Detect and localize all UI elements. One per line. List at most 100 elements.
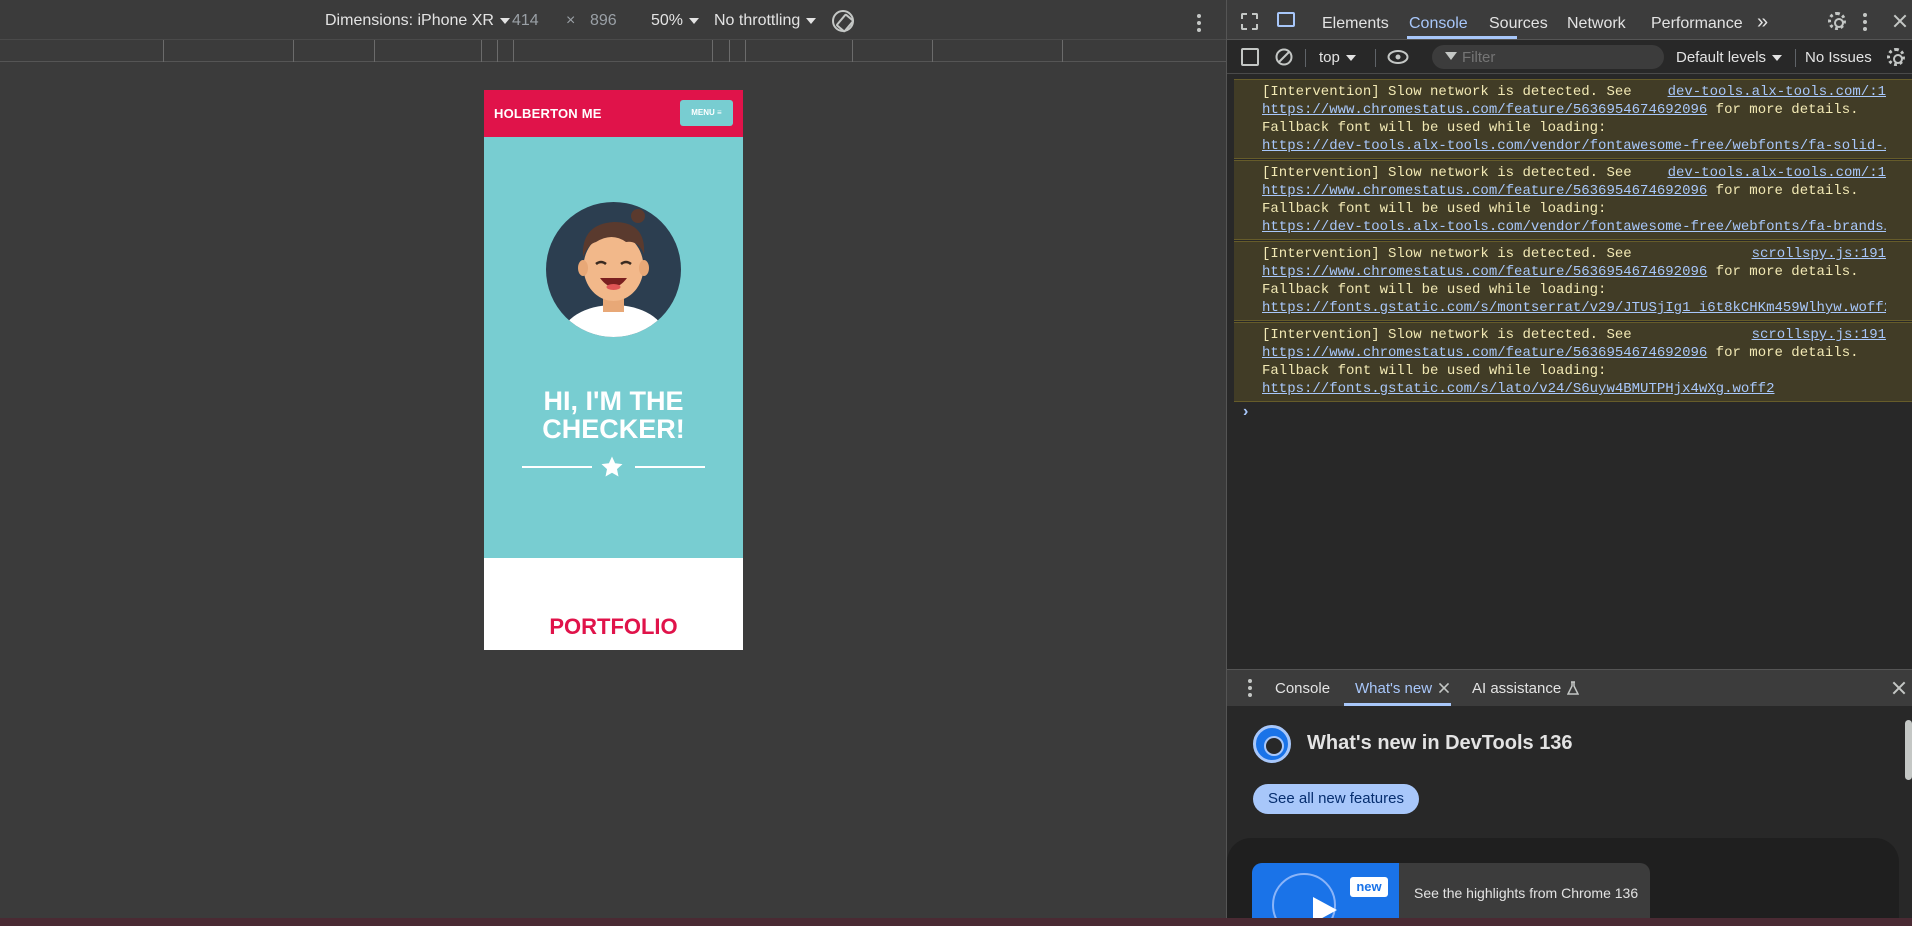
taskbar-strip — [0, 918, 1912, 926]
font-url-link[interactable]: https://fonts.gstatic.com/s/lato/v24/S6u… — [1262, 381, 1774, 397]
chevron-down-icon — [689, 17, 700, 24]
chromestatus-link[interactable]: https://www.chromestatus.com/feature/563… — [1262, 102, 1707, 118]
console-filter-input[interactable] — [1432, 45, 1664, 69]
width-input[interactable]: 414 — [512, 12, 539, 30]
live-expression-eye-icon[interactable] — [1387, 49, 1409, 65]
drawer-scrollbar[interactable] — [1903, 710, 1912, 926]
highlights-text: See the highlights from Chrome 136 — [1414, 885, 1639, 901]
inspect-element-icon[interactable] — [1241, 13, 1258, 30]
message-line: [Intervention] Slow network is detected.… — [1262, 326, 1886, 344]
avatar — [546, 202, 681, 337]
message-text: for more details. — [1707, 102, 1859, 118]
context-label: top — [1319, 49, 1340, 66]
scrollbar-thumb[interactable] — [1905, 720, 1912, 780]
zoom-selector[interactable]: 50% — [651, 12, 700, 30]
drawer-tab-console[interactable]: Console — [1275, 680, 1330, 697]
device-selector-label: Dimensions: iPhone XR — [325, 12, 494, 29]
close-devtools-icon[interactable] — [1893, 14, 1907, 28]
customize-devtools-icon[interactable] — [1863, 13, 1867, 31]
context-selector[interactable]: top — [1319, 49, 1356, 66]
drawer-menu-icon[interactable] — [1248, 679, 1252, 697]
sidebar-toggle-icon[interactable] — [1241, 48, 1259, 66]
message-line: Fallback font will be used while loading… — [1262, 363, 1607, 379]
chromestatus-link[interactable]: https://www.chromestatus.com/feature/563… — [1262, 264, 1707, 280]
chevron-down-icon — [806, 17, 817, 24]
log-levels-selector[interactable]: Default levels — [1676, 49, 1783, 66]
console-message: [Intervention] Slow network is detected.… — [1234, 241, 1912, 321]
height-input[interactable]: 896 — [590, 12, 617, 30]
message-line: https://www.chromestatus.com/feature/563… — [1262, 182, 1886, 200]
throttling-selector[interactable]: No throttling — [714, 12, 817, 30]
new-badge: new — [1350, 877, 1388, 897]
console-message: [Intervention] Slow network is detected.… — [1234, 160, 1912, 240]
flask-icon — [1567, 681, 1579, 695]
menu-button[interactable]: MENU ≡ — [680, 100, 733, 126]
message-text: [Intervention] Slow network is detected.… — [1262, 327, 1632, 343]
toolbar-separator — [1305, 49, 1306, 67]
clear-console-icon[interactable] — [1275, 48, 1293, 66]
highlights-card[interactable]: new See the highlights from Chrome 136 — [1252, 863, 1650, 926]
message-source-link[interactable]: dev-tools.alx-tools.com/:1 — [1661, 164, 1886, 182]
console-message: [Intervention] Slow network is detected.… — [1234, 79, 1912, 159]
hero-title-line2: CHECKER! — [542, 414, 685, 444]
close-drawer-icon[interactable] — [1892, 681, 1906, 695]
emulation-toolbar: Dimensions: iPhone XR 414 × 896 50% No t… — [0, 0, 1226, 40]
device-toolbar-icon[interactable] — [1277, 12, 1295, 27]
font-url-link[interactable]: https://fonts.gstatic.com/s/montserrat/v… — [1262, 300, 1886, 316]
message-source-link[interactable]: dev-tools.alx-tools.com/:1 — [1661, 83, 1886, 101]
console-prompt[interactable]: › — [1243, 403, 1248, 421]
issues-indicator[interactable]: No Issues — [1805, 49, 1872, 66]
drawer-tab-whats-new[interactable]: What's new — [1355, 680, 1432, 697]
tab-sources[interactable]: Sources — [1489, 15, 1548, 33]
portfolio-heading: PORTFOLIO — [549, 614, 678, 639]
see-all-features-button[interactable]: See all new features — [1253, 784, 1419, 814]
chromestatus-link[interactable]: https://www.chromestatus.com/feature/563… — [1262, 183, 1707, 199]
active-tab-indicator — [1344, 703, 1451, 706]
message-line: https://dev-tools.alx-tools.com/vendor/f… — [1262, 218, 1886, 236]
chromestatus-link[interactable]: https://www.chromestatus.com/feature/563… — [1262, 345, 1707, 361]
toolbar-separator — [1795, 49, 1796, 67]
font-url-link[interactable]: https://dev-tools.alx-tools.com/vendor/f… — [1262, 138, 1886, 154]
hero-title-line1: HI, I'M THE — [543, 386, 684, 416]
font-url-link[interactable]: https://dev-tools.alx-tools.com/vendor/f… — [1262, 219, 1886, 235]
times-sign: × — [566, 12, 576, 29]
star-icon — [601, 456, 623, 477]
tab-network[interactable]: Network — [1567, 15, 1626, 33]
console-settings-gear-icon[interactable] — [1887, 48, 1905, 66]
drawer-tab-ai-assistance[interactable]: AI assistance — [1472, 680, 1561, 697]
tab-console[interactable]: Console — [1409, 15, 1468, 33]
close-tab-icon[interactable] — [1438, 682, 1449, 693]
message-source-link[interactable]: scrollspy.js:191 — [1745, 245, 1886, 263]
devtools-tabbar: Elements Console Sources Network Perform… — [1227, 0, 1912, 40]
device-viewport: HOLBERTON ME MENU ≡ HI, I'M THE CHECKER!… — [484, 90, 743, 650]
rotate-icon[interactable] — [832, 10, 854, 32]
hero-section: HI, I'M THE CHECKER! — [484, 137, 743, 558]
message-text: for more details. — [1707, 183, 1859, 199]
message-line: Fallback font will be used while loading… — [1262, 282, 1607, 298]
settings-gear-icon[interactable] — [1828, 12, 1846, 30]
divider-line-left — [522, 466, 592, 468]
more-options-icon[interactable] — [1197, 14, 1201, 32]
devtools-drawer: Console What's new AI assistance What's … — [1227, 669, 1912, 926]
throttling-label: No throttling — [714, 12, 801, 29]
more-tabs-icon[interactable]: » — [1757, 11, 1768, 34]
chevron-down-icon — [1345, 55, 1356, 62]
star-divider — [522, 455, 705, 479]
message-line: [Intervention] Slow network is detected.… — [1262, 245, 1886, 263]
message-line: https://fonts.gstatic.com/s/montserrat/v… — [1262, 299, 1886, 317]
zoom-label: 50% — [651, 12, 684, 29]
tab-performance[interactable]: Performance — [1651, 15, 1743, 33]
devtools-panel: Elements Console Sources Network Perform… — [1226, 0, 1912, 926]
message-line: https://dev-tools.alx-tools.com/vendor/f… — [1262, 137, 1886, 155]
message-text: for more details. — [1707, 345, 1859, 361]
device-selector[interactable]: Dimensions: iPhone XR — [325, 12, 510, 30]
message-line: [Intervention] Slow network is detected.… — [1262, 83, 1886, 101]
site-brand[interactable]: HOLBERTON ME — [494, 106, 602, 121]
message-text: [Intervention] Slow network is detected.… — [1262, 165, 1632, 181]
tab-elements[interactable]: Elements — [1322, 15, 1389, 33]
console-toolbar: top Default levels No Issues — [1227, 40, 1912, 74]
message-source-link[interactable]: scrollspy.js:191 — [1745, 326, 1886, 344]
active-tab-indicator — [1407, 36, 1517, 39]
console-message: [Intervention] Slow network is detected.… — [1234, 322, 1912, 402]
drawer-tabbar: Console What's new AI assistance — [1227, 670, 1912, 706]
